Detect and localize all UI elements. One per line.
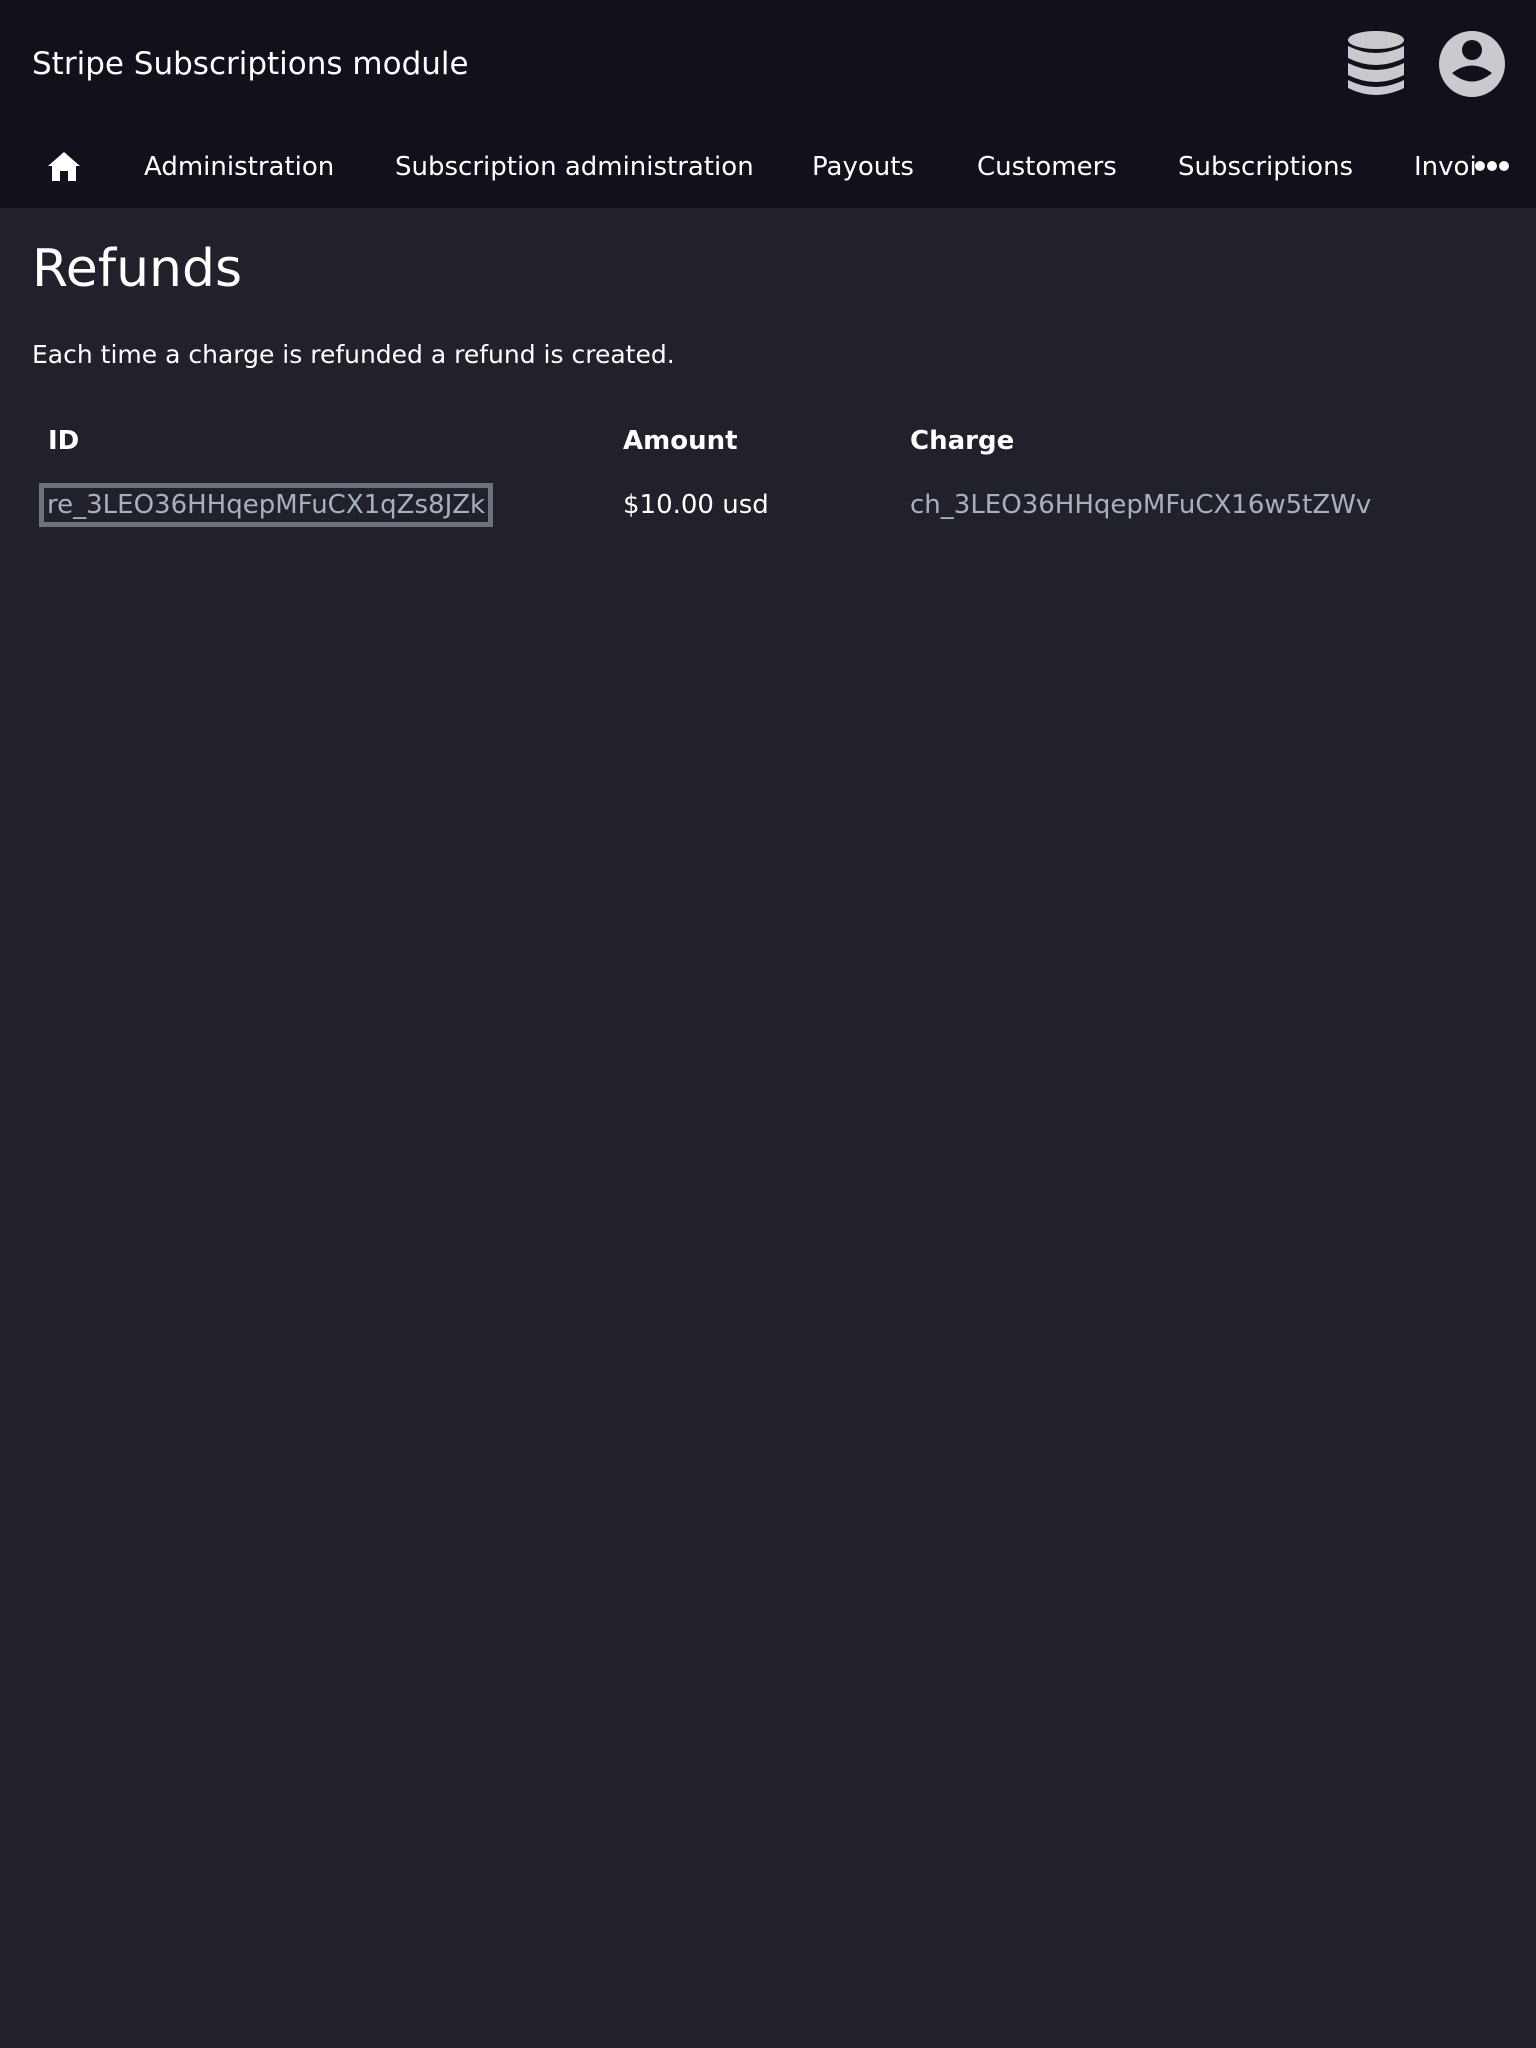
page-title: Refunds [32,239,243,299]
refund-amount: $10.00 usd [623,490,769,520]
nav-item-subscriptions[interactable]: Subscriptions [1178,150,1353,184]
top-app-bar: Stripe Subscriptions module [0,0,1536,128]
nav-item-subscription-administration[interactable]: Subscription administration [395,150,754,184]
column-header-id: ID [48,426,80,456]
nav-item-payouts[interactable]: Payouts [812,150,914,184]
more-horizontal-icon[interactable] [1474,152,1510,180]
nav-item-administration[interactable]: Administration [144,150,334,184]
user-account-icon[interactable] [1438,30,1506,98]
app-title[interactable]: Stripe Subscriptions module [32,44,469,84]
home-icon[interactable] [46,148,82,184]
charge-id-link[interactable]: ch_3LEO36HHqepMFuCX16w5tZWv [910,488,1371,522]
database-icon[interactable] [1346,30,1406,98]
column-header-amount: Amount [623,426,738,456]
nav-item-invoices[interactable]: Invoices [1414,150,1476,184]
nav-overflow-clip: Invoices [1414,150,1476,190]
refund-id-link[interactable]: re_3LEO36HHqepMFuCX1qZs8JZk [38,483,494,527]
nav-item-customers[interactable]: Customers [977,150,1117,184]
column-header-charge: Charge [910,426,1015,456]
page-description: Each time a charge is refunded a refund … [32,340,675,369]
main-nav: Administration Subscription administrati… [0,128,1536,208]
